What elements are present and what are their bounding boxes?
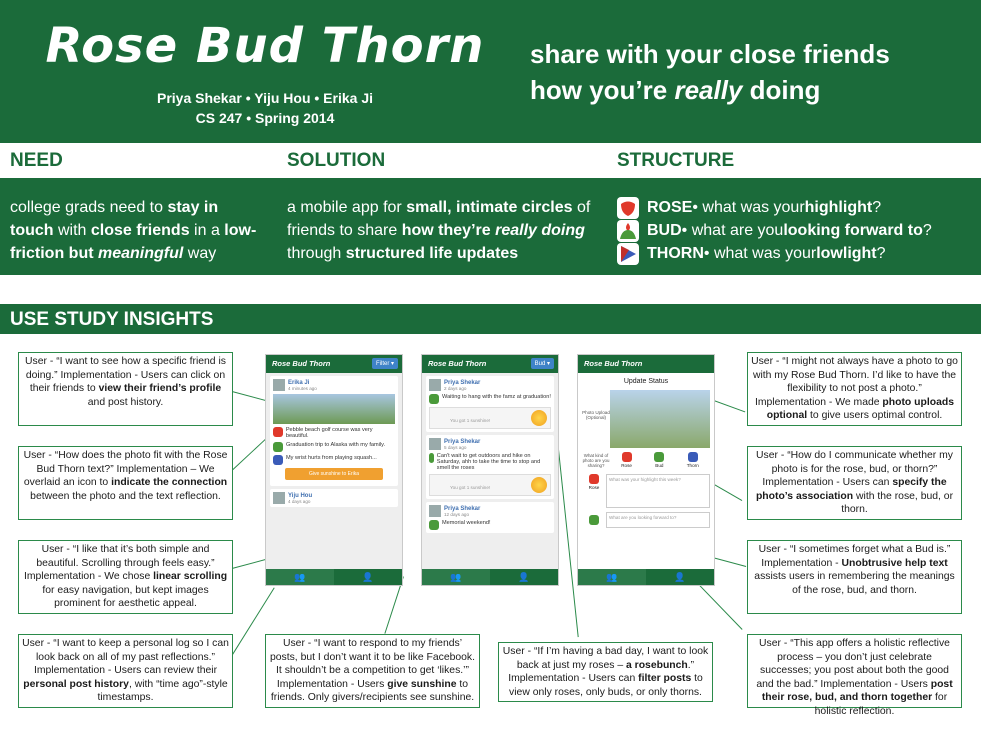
callout-holistic: User - “This app offers a holistic refle… xyxy=(747,634,962,717)
photo-upload-label: Photo Upload (Optional) xyxy=(582,410,610,420)
bud-icon xyxy=(654,452,665,462)
rose-icon xyxy=(617,196,639,219)
tab-bar: 👥 👤 xyxy=(422,569,558,585)
post-time: 4 days ago xyxy=(288,498,311,504)
poster-title: Rose Bud Thorn xyxy=(45,18,485,74)
app-header: Rose Bud Thorn Filter ▾ xyxy=(266,355,402,373)
tagline-line-2: how you’re really doing xyxy=(530,75,821,105)
post-author[interactable]: Priya Shekar xyxy=(444,380,480,386)
need-heading: NEED xyxy=(10,150,63,171)
post-card: Erika Ji 4 minutes ago Pebble beach golf … xyxy=(270,376,398,486)
bud-icon xyxy=(429,453,434,463)
bud-input[interactable]: What are you looking forward to? xyxy=(606,512,710,528)
bud-icon xyxy=(429,520,439,530)
callout-photo-association: User - “How do I communicate whether my … xyxy=(747,446,962,520)
structure-thorn: THORN • what was your lowlight? xyxy=(617,242,977,265)
thorn-icon xyxy=(273,455,283,465)
callout-sunshine: User - “I want to respond to my friends’… xyxy=(265,634,480,708)
insights-heading: USE STUDY INSIGHTS xyxy=(0,304,981,334)
post-author[interactable]: Priya Shekar xyxy=(444,506,480,512)
rose-icon xyxy=(273,427,283,437)
profile-tab-icon[interactable]: 👤 xyxy=(334,569,402,585)
phone-filter-screen: Rose Bud Thorn Bud ▾ Priya Shekar 2 days a… xyxy=(421,354,559,586)
structure-rose: ROSE • what was your highlight? xyxy=(617,196,977,219)
post-card: Yiju Hou 4 days ago xyxy=(270,489,398,507)
bud-icon xyxy=(429,394,439,404)
callout-profile: User - “I want to see how a specific fri… xyxy=(18,352,233,426)
post-time: 5 days ago xyxy=(444,444,467,450)
give-sunshine-button[interactable]: Give sunshine to Erika xyxy=(285,468,383,480)
solution-heading: SOLUTION xyxy=(287,150,386,171)
structure-bud: BUD • what are you looking forward to? xyxy=(617,219,977,242)
rose-icon xyxy=(621,452,632,462)
sunshine-icon xyxy=(531,410,547,426)
bud-icon xyxy=(589,515,599,525)
post-author[interactable]: Priya Shekar xyxy=(444,439,480,445)
post-card: Priya Shekar 5 days ago Can't wait to get… xyxy=(426,435,554,499)
assoc-rose-option[interactable]: Rose xyxy=(621,452,632,468)
callout-photo-connection: User - “How does the photo fit with the … xyxy=(18,446,233,520)
rose-row: Pebble beach golf course was very beauti… xyxy=(273,427,395,439)
post-time: 12 days ago xyxy=(444,511,470,517)
rose-icon xyxy=(589,474,599,484)
solution-text: a mobile app for small, intimate circles… xyxy=(287,199,591,262)
callout-photo-optional: User - “I might not always have a photo … xyxy=(747,352,962,426)
assoc-thorn-option[interactable]: Thorn xyxy=(687,452,699,468)
friends-tab-icon[interactable]: 👥 xyxy=(266,569,334,585)
sunshine-icon xyxy=(531,477,547,493)
app-header: Rose Bud Thorn xyxy=(578,355,714,373)
profile-tab-icon[interactable]: 👤 xyxy=(490,569,558,585)
phone-feed-screen: Rose Bud Thorn Filter ▾ Erika Ji 4 minutes… xyxy=(265,354,403,586)
callout-personal-log: User - “I want to keep a personal log so… xyxy=(18,634,233,708)
avatar[interactable] xyxy=(273,492,285,504)
connector-line xyxy=(231,437,268,472)
assoc-bud-option[interactable]: Bud xyxy=(654,452,665,468)
tagline-line-1: share with your close friends xyxy=(530,39,890,69)
callout-filter: User - “If I’m having a bad day, I want … xyxy=(498,642,713,702)
photo-association-label: What kind of photo are you sharing? xyxy=(582,452,610,468)
filter-button[interactable]: Filter ▾ xyxy=(371,358,398,369)
thorn-icon xyxy=(687,452,698,462)
friends-tab-icon[interactable]: 👥 xyxy=(578,569,646,585)
structure-heading: STRUCTURE xyxy=(617,150,735,171)
rose-input[interactable]: What was your highlight this week? xyxy=(606,474,710,508)
bud-icon xyxy=(273,442,283,452)
sunshine-box: You got 1 sunshine! xyxy=(429,407,551,429)
post-time: 2 days ago xyxy=(444,385,467,391)
avatar[interactable] xyxy=(429,379,441,391)
post-card: Priya Shekar 2 days ago Waiting to hang w… xyxy=(426,376,554,432)
callout-scrolling: User - “I like that it’s both simple and… xyxy=(18,540,233,614)
update-status-heading: Update Status xyxy=(623,378,669,385)
thorn-icon xyxy=(617,242,639,265)
post-card: Priya Shekar 12 days ago Memorial weekend… xyxy=(426,502,554,533)
course-info: CS 247 • Spring 2014 xyxy=(195,110,335,126)
post-photo xyxy=(273,394,395,424)
tab-bar: 👥 👤 xyxy=(266,569,402,585)
tab-bar: 👥 👤 xyxy=(578,569,714,585)
phone-update-screen: Rose Bud Thorn Update Status Photo Uploa… xyxy=(577,354,715,586)
bud-row: Graduation trip to Alaska with my family… xyxy=(273,442,395,452)
app-header: Rose Bud Thorn Bud ▾ xyxy=(422,355,558,373)
structure-list: ROSE • what was your highlight? BUD • wh… xyxy=(617,196,977,265)
tagline: share with your close friends how you’re… xyxy=(530,36,970,108)
callout-help-text: User - “I sometimes forget what a Bud is… xyxy=(747,540,962,614)
friends-tab-icon[interactable]: 👥 xyxy=(422,569,490,585)
need-text: college grads need to stay in touch with… xyxy=(10,199,257,262)
post-time: 4 minutes ago xyxy=(288,385,317,391)
filter-button[interactable]: Bud ▾ xyxy=(530,358,554,369)
photo-upload-area[interactable] xyxy=(610,390,710,448)
thorn-row: My wrist hurts from playing squash... xyxy=(273,455,395,465)
profile-tab-icon[interactable]: 👤 xyxy=(646,569,714,585)
authors: Priya Shekar • Yiju Hou • Erika Ji xyxy=(156,90,373,106)
bud-icon xyxy=(617,219,639,242)
post-author[interactable]: Yiju Hou xyxy=(288,493,312,499)
avatar[interactable] xyxy=(429,505,441,517)
sunshine-box: You got 1 sunshine! xyxy=(429,474,551,496)
avatar[interactable] xyxy=(273,379,285,391)
avatar[interactable] xyxy=(429,438,441,450)
